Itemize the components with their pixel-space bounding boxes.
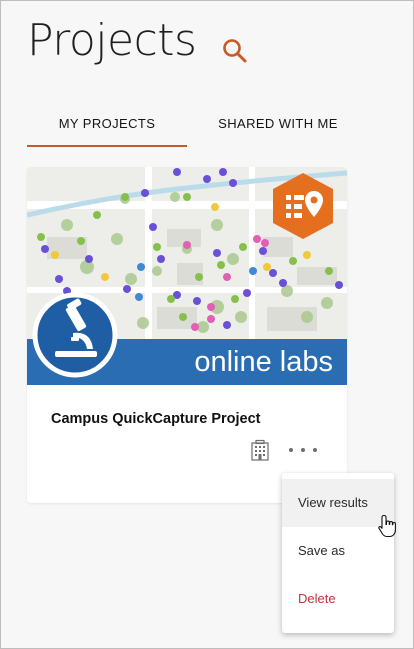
search-icon[interactable]	[221, 37, 249, 65]
page-title: Projects	[27, 15, 197, 66]
tab-shared-with-me[interactable]: SHARED WITH ME	[203, 105, 353, 147]
building-icon	[251, 439, 269, 461]
project-title[interactable]: Campus QuickCapture Project	[51, 411, 261, 427]
project-tabs: MY PROJECTS SHARED WITH ME	[27, 105, 387, 149]
delete-menu-item[interactable]: Delete	[282, 575, 394, 623]
project-thumbnail[interactable]: online labs	[27, 167, 347, 385]
microscope-icon	[32, 292, 118, 378]
project-card[interactable]: online labs Campus QuickCapture Project	[27, 167, 347, 503]
thumbnail-banner-text: online labs	[194, 346, 333, 378]
tab-my-projects[interactable]: MY PROJECTS	[27, 105, 187, 147]
more-options-icon[interactable]	[285, 439, 321, 461]
app-frame: Projects MY PROJECTS SHARED WITH ME onli…	[0, 0, 414, 649]
project-options-menu: View results Save as Delete	[282, 473, 394, 633]
hand-cursor-icon	[378, 514, 396, 538]
